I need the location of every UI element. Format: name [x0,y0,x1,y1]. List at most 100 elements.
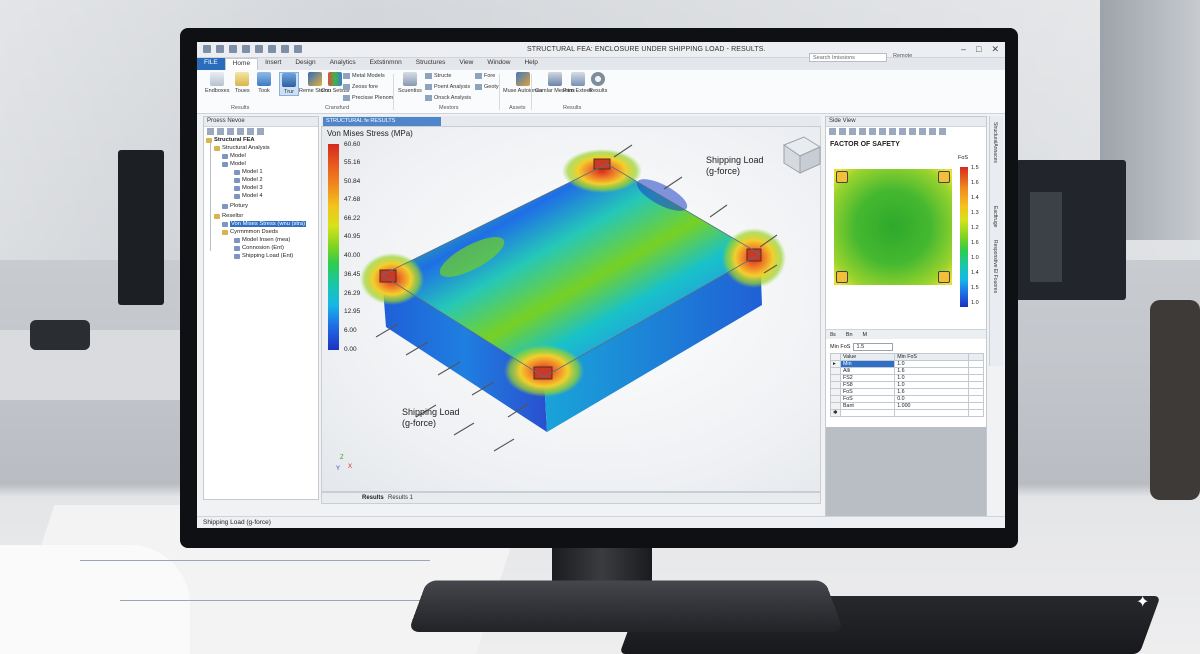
tab-prop[interactable]: 8s [830,332,836,338]
menu-analytics[interactable]: Analytics [323,58,363,70]
refresh-icon[interactable] [237,128,244,135]
table-cell[interactable]: Alli [839,367,896,375]
tool-icon[interactable] [859,128,866,135]
table-cell[interactable]: 1.6 [894,388,970,396]
filter-icon[interactable] [207,128,214,135]
settings-icon[interactable] [294,45,302,53]
expand-icon[interactable] [217,128,224,135]
tree-node[interactable]: Model Insen (mea) [234,237,290,243]
close-icon[interactable]: ✕ [991,44,999,55]
tool-icon[interactable] [829,128,836,135]
list-icon[interactable] [247,128,254,135]
table-cell[interactable]: 0.0 [894,395,970,403]
fore-button[interactable]: Fore [475,73,495,79]
table-cell[interactable] [968,409,984,417]
new-icon[interactable] [216,45,224,53]
menu-help[interactable]: Help [517,58,544,70]
ribbon-toues-button[interactable]: Toues [235,72,250,94]
tree-node[interactable]: Model 1 [234,169,263,175]
menu-structures[interactable]: Structures [409,58,453,70]
minimize-icon[interactable]: – [961,44,966,55]
undo-icon[interactable] [255,45,263,53]
ribbon-endboxes-button[interactable]: Endboxes [205,72,229,94]
table-cell[interactable]: Bant [839,402,896,410]
table-cell[interactable]: FS8 [839,381,896,389]
structe-button[interactable]: Structe [425,73,451,79]
menu-design[interactable]: Design [288,58,322,70]
tree-node[interactable]: Model [222,161,246,167]
tab-prop[interactable]: M [863,332,868,338]
table-cell[interactable] [968,367,984,375]
min-fos-input[interactable]: 1.5 [853,343,894,351]
menu-window[interactable]: Window [480,58,517,70]
table-cell[interactable]: 1.0 [894,381,970,389]
table-row[interactable]: ✱ [830,409,984,417]
table-cell[interactable] [968,381,984,389]
table-cell[interactable]: FoS [839,388,896,396]
tree-node[interactable]: Model 2 [234,177,263,183]
table-cell[interactable]: 1.000 [894,402,970,410]
tree-node[interactable]: Structural FEA [206,137,255,143]
tree-node[interactable]: Connosion (Ent) [234,245,284,251]
tool-icon[interactable] [929,128,936,135]
tool-icon[interactable] [919,128,926,135]
grid-icon[interactable] [257,128,264,135]
table-row[interactable]: Alli 1.6 [830,367,984,375]
tree-node[interactable]: Model 3 [234,185,263,191]
tool-icon[interactable] [869,128,876,135]
side-tab[interactable]: Responstive El Fouores [992,240,998,293]
tool-icon[interactable] [899,128,906,135]
tool-icon[interactable] [839,128,846,135]
app-icon[interactable] [203,45,211,53]
tool-icon[interactable] [909,128,916,135]
tree-node[interactable]: Reseltsr [214,213,243,219]
table-row[interactable]: FS2 1.0 [830,374,984,382]
tab-prop[interactable]: Bn [846,332,853,338]
precisse-plenom-button[interactable]: Precisse Plenom [343,95,393,101]
ribbon-took-button[interactable]: Took [257,72,271,94]
table-row[interactable]: FoS 0.0 [830,395,984,403]
column-header[interactable]: Value [839,353,896,361]
metal-models-button[interactable]: Metal Models [343,73,385,79]
tab-results-1[interactable]: Results 1 [388,495,413,501]
3d-viewport[interactable]: Von Mises Stress (MPa) 60.60 55.16 50.84… [321,126,822,492]
table-row[interactable]: FoS 1.6 [830,388,984,396]
ribbon-scuentiss-button[interactable]: Scuentiss [398,72,422,94]
ribbon-results-button[interactable]: Results [589,72,607,94]
table-row[interactable]: ▸ Min 1.0 [830,360,984,368]
table-cell[interactable] [894,409,970,417]
tree-node-selected[interactable]: Von Mises Stress (wnu (stra) [222,221,307,227]
search-input[interactable]: Search Imissions [809,53,887,62]
save-icon[interactable] [242,45,250,53]
table-cell[interactable] [968,402,984,410]
table-cell[interactable]: Min [839,360,896,368]
table-cell[interactable]: FoS [839,395,896,403]
maximize-icon[interactable]: □ [976,44,981,55]
table-row[interactable]: Bant 1.000 [830,402,984,410]
print-icon[interactable] [281,45,289,53]
table-cell[interactable]: 1.0 [894,360,970,368]
table-cell[interactable] [839,409,896,417]
tool-icon[interactable] [889,128,896,135]
table-cell[interactable] [968,360,984,368]
table-cell[interactable]: 1.0 [894,374,970,382]
tree-node[interactable]: Plotury [222,203,248,209]
tree-node[interactable]: Structural Analysis [214,145,270,151]
table-cell[interactable] [968,388,984,396]
table-cell[interactable]: FS2 [839,374,896,382]
zeoss-fore-button[interactable]: Zeoss fore [343,84,378,90]
tree-node[interactable]: Shipping Load (Ent) [234,253,293,259]
tool-icon[interactable] [849,128,856,135]
tab-results[interactable]: STRUCTURAL fe RESULTS [323,117,441,126]
open-icon[interactable] [229,45,237,53]
tool-icon[interactable] [939,128,946,135]
redo-icon[interactable] [268,45,276,53]
table-cell[interactable] [968,374,984,382]
poent-analysis-button[interactable]: Poent Analysis [425,84,470,90]
tree-node[interactable]: Model 4 [234,193,263,199]
side-tab[interactable]: StructuralAnnaces [992,122,998,163]
column-header[interactable]: Min FoS [894,353,970,361]
remote-link[interactable]: Remote [893,53,912,59]
tool-icon[interactable] [879,128,886,135]
tree-node[interactable]: Model [222,153,246,159]
